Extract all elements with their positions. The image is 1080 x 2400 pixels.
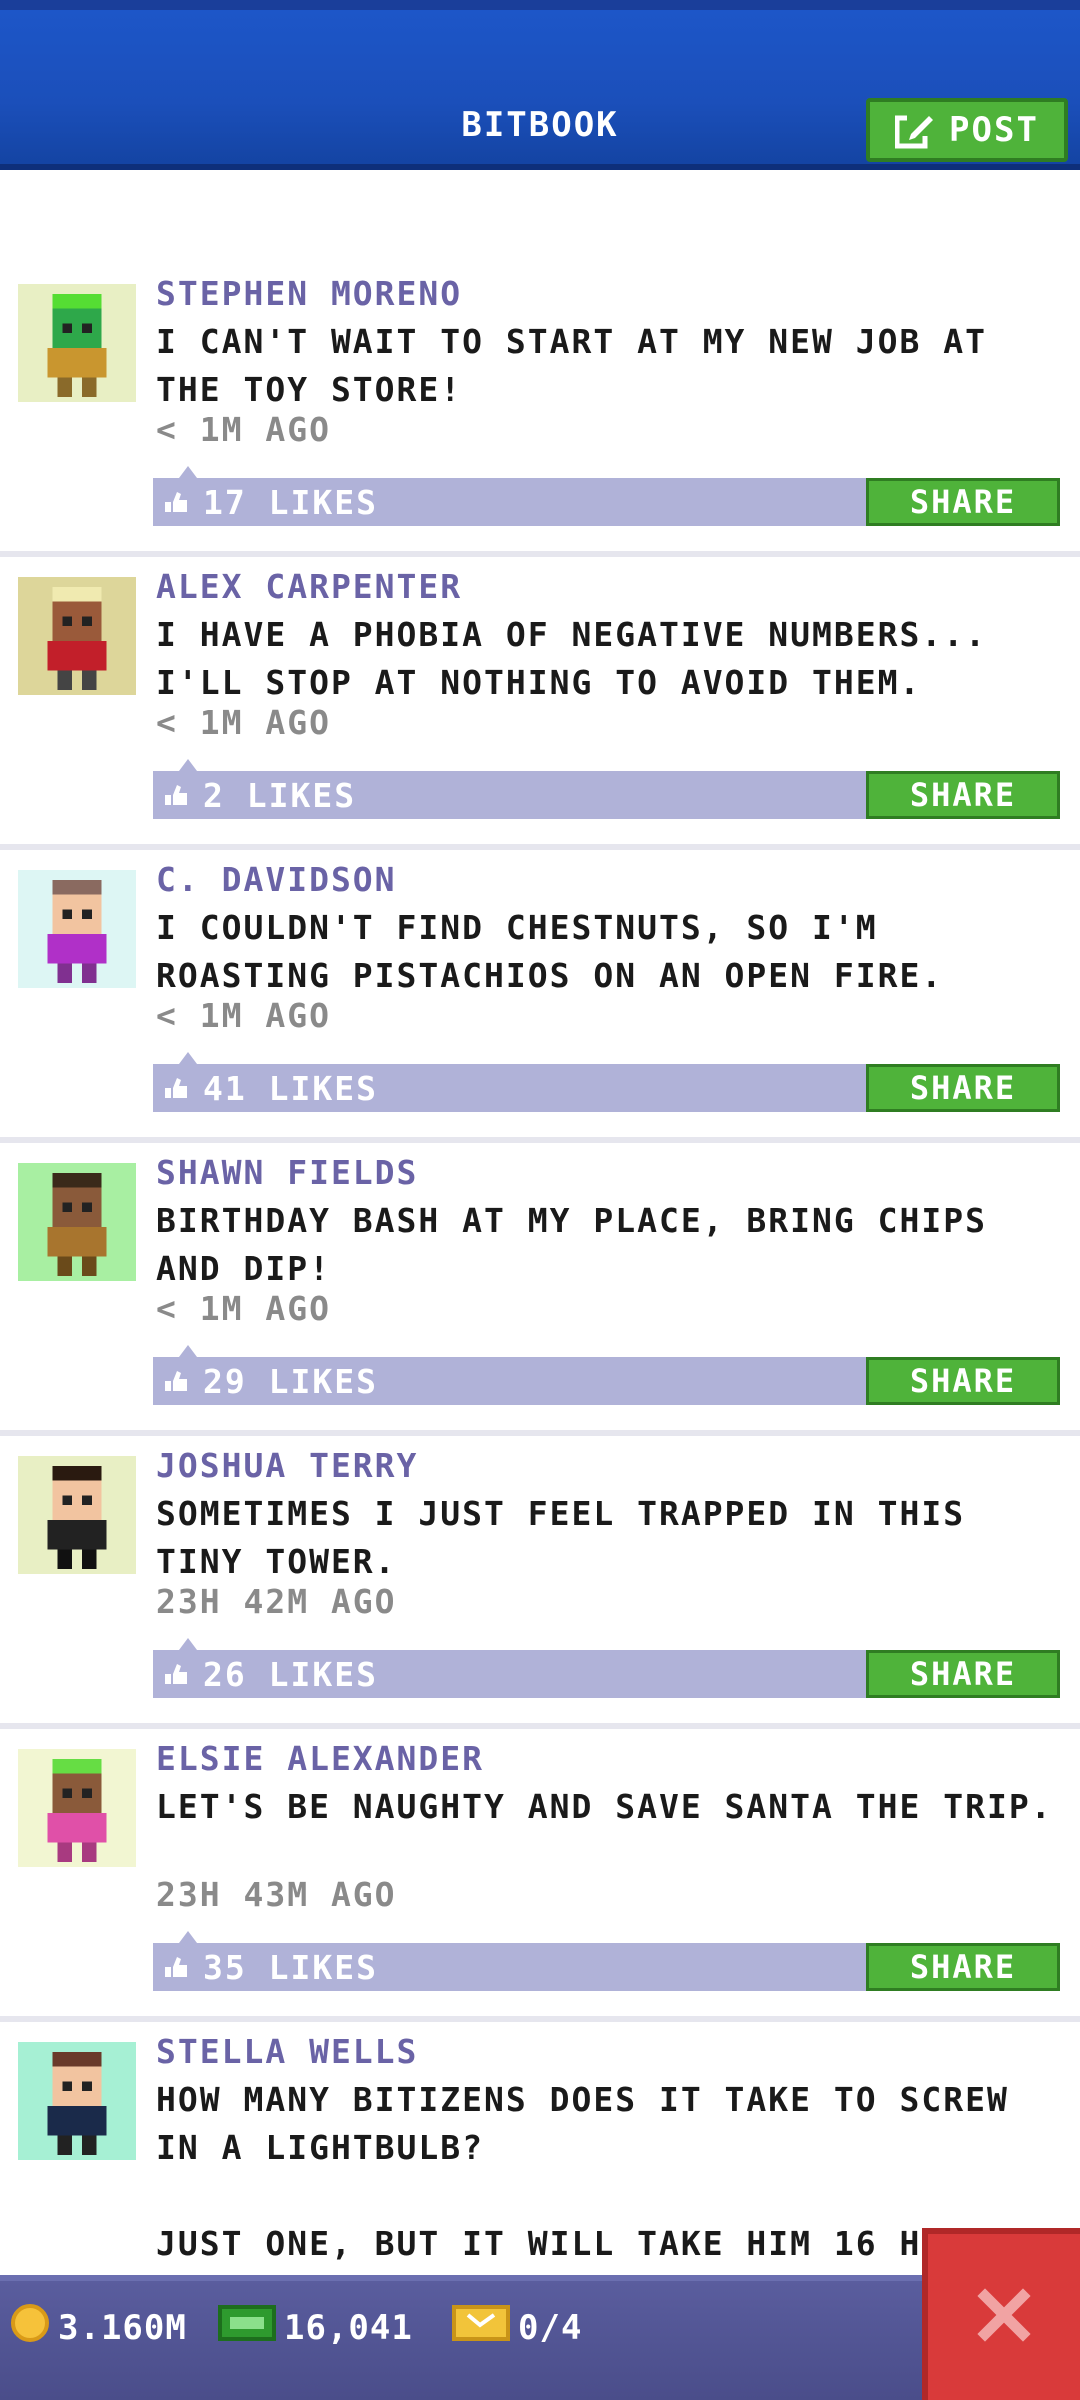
app-header: BITBOOK POST — [0, 0, 1080, 170]
share-button[interactable]: SHARE — [866, 1943, 1060, 1991]
likes-count: 29 LIKES — [203, 1362, 378, 1401]
poster-name[interactable]: STEPHEN MORENO — [156, 274, 462, 313]
post-time: < 1M AGO — [156, 703, 331, 742]
coins-value: 3.160M — [58, 2307, 187, 2348]
likes-count: 17 LIKES — [203, 483, 378, 522]
ticket-icon — [452, 2303, 510, 2352]
like-icon — [163, 1955, 189, 1983]
poster-name[interactable]: C. DAVIDSON — [156, 860, 397, 899]
poster-name[interactable]: ALEX CARPENTER — [156, 567, 462, 606]
status-bar: 3.160M 16,041 0/4 — [0, 2275, 1080, 2400]
share-button[interactable]: SHARE — [866, 1064, 1060, 1112]
close-icon — [966, 2277, 1042, 2357]
post-time: 23H 42M AGO — [156, 1582, 397, 1621]
share-button[interactable]: SHARE — [866, 1357, 1060, 1405]
likes-bar: 29 LIKES SHARE — [153, 1345, 1060, 1405]
close-button[interactable] — [922, 2228, 1080, 2400]
avatar[interactable] — [18, 577, 136, 695]
post-button[interactable]: POST — [866, 98, 1068, 162]
post-time: < 1M AGO — [156, 996, 331, 1035]
likes-bar: 26 LIKES SHARE — [153, 1638, 1060, 1698]
likes-count: 2 LIKES — [203, 776, 357, 815]
post-item: ALEX CARPENTER I HAVE A PHOBIA OF NEGATIV… — [0, 563, 1080, 850]
likes-bar: 41 LIKES SHARE — [153, 1052, 1060, 1112]
like-icon — [163, 490, 189, 518]
post-item: ELSIE ALEXANDER LET'S BE NAUGHTY AND SAVE… — [0, 1735, 1080, 2022]
post-message: I COULDN'T FIND CHESTNUTS, SO I'M ROASTI… — [156, 908, 944, 995]
post-item: C. DAVIDSON I COULDN'T FIND CHESTNUTS, SO… — [0, 856, 1080, 1143]
poster-name[interactable]: STELLA WELLS — [156, 2032, 418, 2071]
edit-icon — [895, 110, 935, 150]
tickets-value: 0/4 — [518, 2307, 583, 2348]
post-item: STELLA WELLS HOW MANY BITIZENS DOES IT TA… — [0, 2028, 1080, 2275]
bux-stat: 16,041 — [218, 2303, 413, 2352]
tickets-stat: 0/4 — [452, 2303, 582, 2352]
like-icon — [163, 1076, 189, 1104]
post-message: I CAN'T WAIT TO START AT MY NEW JOB AT T… — [156, 322, 1009, 409]
likes-bar: 2 LIKES SHARE — [153, 759, 1060, 819]
share-button[interactable]: SHARE — [866, 771, 1060, 819]
likes-count: 35 LIKES — [203, 1948, 378, 1987]
bux-icon — [218, 2303, 276, 2352]
share-button[interactable]: SHARE — [866, 478, 1060, 526]
avatar[interactable] — [18, 284, 136, 402]
coins-stat: 3.160M — [10, 2303, 187, 2352]
post-message: LET'S BE NAUGHTY AND SAVE SANTA THE TRIP… — [156, 1787, 1053, 1826]
likes-count: 41 LIKES — [203, 1069, 378, 1108]
avatar[interactable] — [18, 1163, 136, 1281]
likes-bar: 35 LIKES SHARE — [153, 1931, 1060, 1991]
poster-name[interactable]: ELSIE ALEXANDER — [156, 1739, 484, 1778]
like-icon — [163, 1662, 189, 1690]
post-time: < 1M AGO — [156, 1289, 331, 1328]
avatar[interactable] — [18, 870, 136, 988]
likes-count: 26 LIKES — [203, 1655, 378, 1694]
post-item: SHAWN FIELDS BIRTHDAY BASH AT MY PLACE, B… — [0, 1149, 1080, 1436]
share-button[interactable]: SHARE — [866, 1650, 1060, 1698]
avatar[interactable] — [18, 2042, 136, 2160]
like-icon — [163, 1369, 189, 1397]
post-message: BIRTHDAY BASH AT MY PLACE, BRING CHIPS A… — [156, 1201, 1009, 1288]
coin-icon — [10, 2303, 50, 2352]
post-item: JOSHUA TERRY SOMETIMES I JUST FEEL TRAPPE… — [0, 1442, 1080, 1729]
avatar[interactable] — [18, 1749, 136, 1867]
post-message: SOMETIMES I JUST FEEL TRAPPED IN THIS TI… — [156, 1494, 987, 1581]
post-time: < 1M AGO — [156, 410, 331, 449]
bux-value: 16,041 — [284, 2307, 413, 2348]
post-item: STEPHEN MORENO I CAN'T WAIT TO START AT M… — [0, 270, 1080, 557]
likes-bar: 17 LIKES SHARE — [153, 466, 1060, 526]
avatar[interactable] — [18, 1456, 136, 1574]
post-button-label: POST — [949, 110, 1039, 150]
poster-name[interactable]: JOSHUA TERRY — [156, 1446, 418, 1485]
post-message: I HAVE A PHOBIA OF NEGATIVE NUMBERS... I… — [156, 615, 1009, 702]
like-icon — [163, 783, 189, 811]
poster-name[interactable]: SHAWN FIELDS — [156, 1153, 418, 1192]
post-time: 23H 43M AGO — [156, 1875, 397, 1914]
feed-list[interactable]: STEPHEN MORENO I CAN'T WAIT TO START AT M… — [0, 170, 1080, 2275]
